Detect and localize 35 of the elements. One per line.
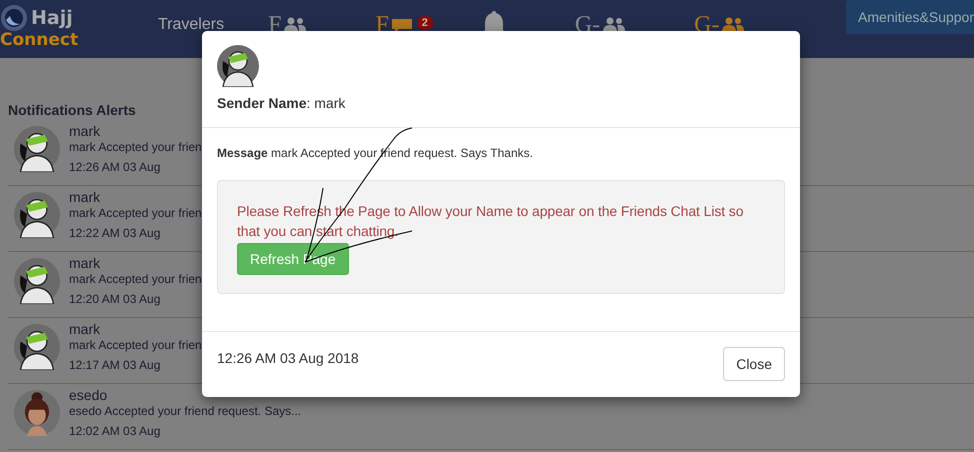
amenities-button[interactable]: Amenities&Suppor: [846, 0, 974, 34]
sender-name: mark: [69, 189, 102, 205]
notification-text: mark Accepted your frien: [69, 337, 202, 353]
sender-name: esedo: [69, 387, 108, 403]
notification-text: mark Accepted your frien: [69, 205, 202, 221]
notification-time: 12:26 AM 03 Aug: [69, 159, 162, 176]
close-button[interactable]: Close: [723, 347, 785, 381]
people-icon: [721, 17, 746, 33]
message-time: 12:26 AM 03 Aug 2018: [217, 350, 359, 366]
notification-time: 12:02 AM 03 Aug: [69, 423, 162, 440]
avatar-icon: [14, 258, 60, 304]
sender-label: Sender Name: mark: [217, 95, 346, 111]
chat-icon: [390, 18, 413, 32]
brand-name: Hajj: [31, 7, 73, 29]
notification-time: 12:17 AM 03 Aug: [69, 357, 162, 374]
notification-text: mark Accepted your frien: [69, 271, 202, 287]
avatar-icon: [14, 126, 60, 172]
sender-name: mark: [69, 321, 102, 337]
avatar-icon: [217, 45, 259, 87]
avatar-icon: [14, 192, 60, 238]
notification-time: 12:22 AM 03 Aug: [69, 225, 162, 242]
avatar-icon: [14, 324, 60, 370]
notification-time: 12:20 AM 03 Aug: [69, 291, 162, 308]
logo-icon: [0, 4, 28, 32]
notification-text: esedo Accepted your friend request. Says...: [69, 403, 302, 419]
people-icon: [602, 17, 626, 33]
brand-tagline: Connect: [0, 30, 80, 50]
nav-link[interactable]: Travelers: [158, 12, 224, 38]
notification-text: mark Accepted your frien: [69, 139, 202, 155]
section-title: Notifications Alerts: [8, 102, 136, 118]
count-badge: 2: [416, 16, 433, 30]
avatar-icon: [14, 390, 60, 436]
sender-name: mark: [69, 123, 102, 139]
people-icon: [283, 17, 308, 33]
sender-name: mark: [69, 255, 102, 271]
